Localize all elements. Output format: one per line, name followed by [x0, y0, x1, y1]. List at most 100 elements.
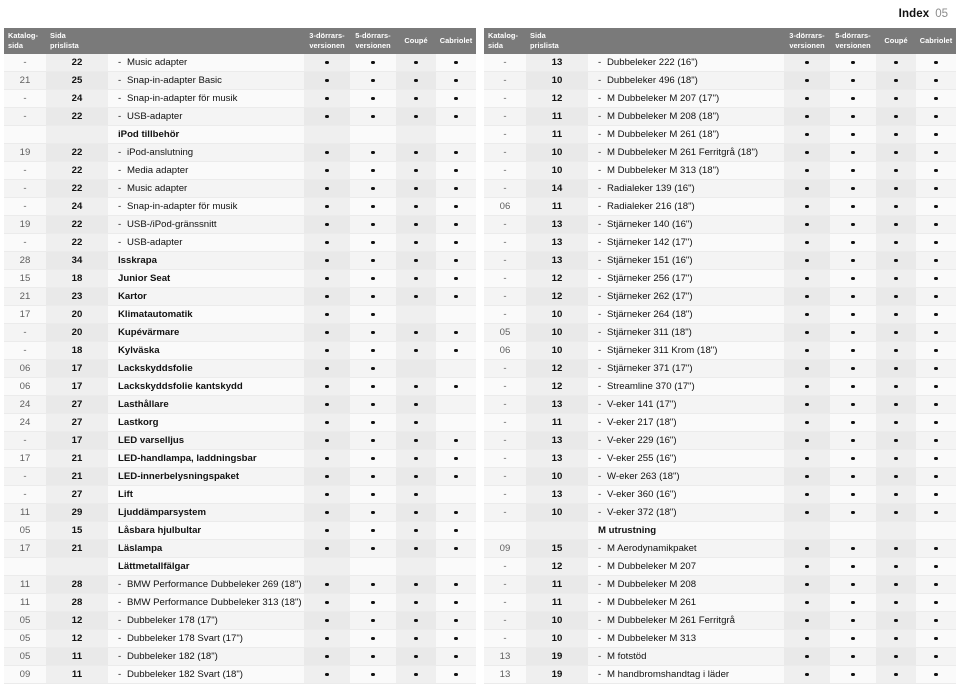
cell-availability-dot-5-dorrars — [350, 179, 396, 198]
cell-item-name: - Snap-in-adapter för musik — [108, 89, 304, 108]
cell-katalogsida: - — [484, 611, 526, 630]
cell-sidaprislista: 22 — [46, 54, 108, 72]
table-row: 19 22- USB-/iPod-gränssnitt — [4, 215, 476, 234]
availability-dot-5-dorrars-icon — [851, 294, 855, 299]
cell-availability-dot-5-dorrars — [830, 611, 876, 630]
availability-dot-5-dorrars-icon — [851, 96, 855, 101]
cell-katalogsida: - — [4, 341, 46, 360]
availability-dot-cabriolet-icon — [454, 258, 458, 263]
cell-katalogsida: - — [484, 449, 526, 468]
col-header-sidaprislista-line2: prislista — [50, 41, 79, 50]
cell-availability-dot-5-dorrars — [830, 431, 876, 450]
availability-dot-3-dorrars-icon — [325, 672, 329, 677]
availability-dot-coupe-icon — [894, 348, 898, 353]
cell-availability-dot-3-dorrars — [784, 611, 830, 630]
cell-availability-dot-3-dorrars — [304, 341, 350, 360]
availability-dot-coupe-icon — [894, 150, 898, 155]
availability-dot-coupe-icon — [894, 132, 898, 137]
availability-dot-cabriolet-icon — [934, 492, 938, 497]
cell-availability-dot-3-dorrars — [784, 71, 830, 90]
cell-availability-dot-coupe — [876, 377, 916, 396]
cell-availability-dot-cabriolet — [436, 54, 476, 72]
cell-availability-dot-3-dorrars — [304, 521, 350, 540]
cell-sidaprislista: 29 — [46, 503, 108, 522]
table-row-group-heading: Lättmetallfälgar — [4, 557, 476, 576]
cell-availability-dot-coupe — [876, 341, 916, 360]
cell-availability-dot-3-dorrars — [304, 323, 350, 342]
cell-katalogsida: - — [484, 125, 526, 144]
availability-dot-5-dorrars-icon — [371, 654, 375, 659]
item-label: LED-innerbelysningspaket — [118, 471, 240, 482]
table-row: -22- Media adapter — [4, 161, 476, 180]
cell-availability-dot-3-dorrars — [304, 251, 350, 270]
cell-availability-dot-5-dorrars — [350, 539, 396, 558]
cell-availability-dot-3-dorrars — [784, 305, 830, 324]
item-dash-prefix: - — [598, 273, 602, 284]
cell-availability-dot-5-dorrars — [830, 485, 876, 504]
availability-dot-coupe-icon — [414, 618, 418, 623]
cell-katalogsida: - — [484, 269, 526, 288]
cell-availability-dot-cabriolet — [916, 287, 956, 306]
cell-availability-dot-3-dorrars — [304, 629, 350, 648]
item-label: M Dubbeleker M 313 (18") — [607, 165, 720, 176]
cell-sidaprislista: 20 — [46, 323, 108, 342]
availability-dot-cabriolet-icon — [454, 618, 458, 623]
item-dash-prefix: - — [598, 561, 602, 572]
cell-item-name: - V-eker 360 (16") — [588, 485, 784, 504]
table-row: 05 10- Stjärneker 311 (18") — [484, 323, 956, 342]
col-header-coupe: Coupé — [396, 28, 436, 54]
cell-availability-dot-5-dorrars — [350, 449, 396, 468]
cell-availability-dot-3-dorrars — [304, 557, 350, 576]
cell-sidaprislista: 24 — [46, 197, 108, 216]
item-dash-prefix: - — [118, 165, 122, 176]
availability-dot-5-dorrars-icon — [851, 456, 855, 461]
cell-availability-dot-cabriolet — [916, 305, 956, 324]
item-dash-prefix: - — [598, 165, 602, 176]
availability-dot-3-dorrars-icon — [805, 222, 809, 227]
cell-availability-dot-3-dorrars — [304, 269, 350, 288]
item-label: M Dubbeleker M 313 — [607, 633, 697, 644]
cell-item-name: - V-eker 255 (16") — [588, 449, 784, 468]
cell-availability-dot-coupe — [876, 467, 916, 486]
availability-dot-3-dorrars-icon — [805, 60, 809, 65]
col-header-5-dorrars-line1: 5-dörrars- — [835, 31, 871, 41]
cell-sidaprislista: 11 — [526, 107, 588, 126]
availability-dot-coupe-icon — [414, 204, 418, 209]
availability-dot-cabriolet-icon — [454, 313, 457, 316]
cell-availability-dot-cabriolet — [436, 593, 476, 612]
item-dash-prefix: - — [118, 219, 122, 230]
item-dash-prefix: - — [598, 327, 602, 338]
cell-availability-dot-coupe — [396, 503, 436, 522]
table-row: 19 22- iPod-anslutning — [4, 143, 476, 162]
cell-availability-dot-5-dorrars — [350, 593, 396, 612]
availability-dot-cabriolet-icon — [454, 654, 458, 659]
item-label: Stjärneker 140 (16") — [607, 219, 693, 230]
cell-availability-dot-5-dorrars — [350, 413, 396, 432]
cell-availability-dot-coupe — [876, 665, 916, 684]
cell-katalogsida: 24 — [4, 413, 46, 432]
col-header-katalogsida-line1: Katalog- — [488, 31, 518, 41]
cell-availability-dot-3-dorrars — [304, 395, 350, 414]
cell-availability-dot-3-dorrars — [784, 179, 830, 198]
availability-dot-5-dorrars-icon — [851, 672, 855, 677]
cell-availability-dot-coupe — [876, 179, 916, 198]
cell-availability-dot-cabriolet — [916, 593, 956, 612]
cell-availability-dot-coupe — [876, 485, 916, 504]
cell-item-name: - V-eker 372 (18") — [588, 503, 784, 522]
availability-dot-coupe-icon — [414, 348, 418, 353]
availability-dot-3-dorrars-icon — [325, 474, 329, 479]
cell-item-name: - Music adapter — [108, 179, 304, 198]
cell-item-name: Kylväska — [108, 341, 304, 360]
cell-sidaprislista: 21 — [46, 539, 108, 558]
cell-availability-dot-coupe — [876, 449, 916, 468]
availability-dot-3-dorrars-icon — [805, 78, 809, 83]
table-row: -13- V-eker 141 (17") — [484, 395, 956, 414]
cell-availability-dot-cabriolet — [436, 413, 476, 432]
cell-availability-dot-cabriolet — [436, 251, 476, 270]
cell-sidaprislista: 15 — [46, 521, 108, 540]
cell-availability-dot-coupe — [876, 593, 916, 612]
cell-availability-dot-cabriolet — [436, 485, 476, 504]
item-label: Lasthållare — [118, 399, 169, 410]
availability-dot-coupe-icon — [414, 384, 418, 389]
cell-katalogsida — [4, 125, 46, 144]
